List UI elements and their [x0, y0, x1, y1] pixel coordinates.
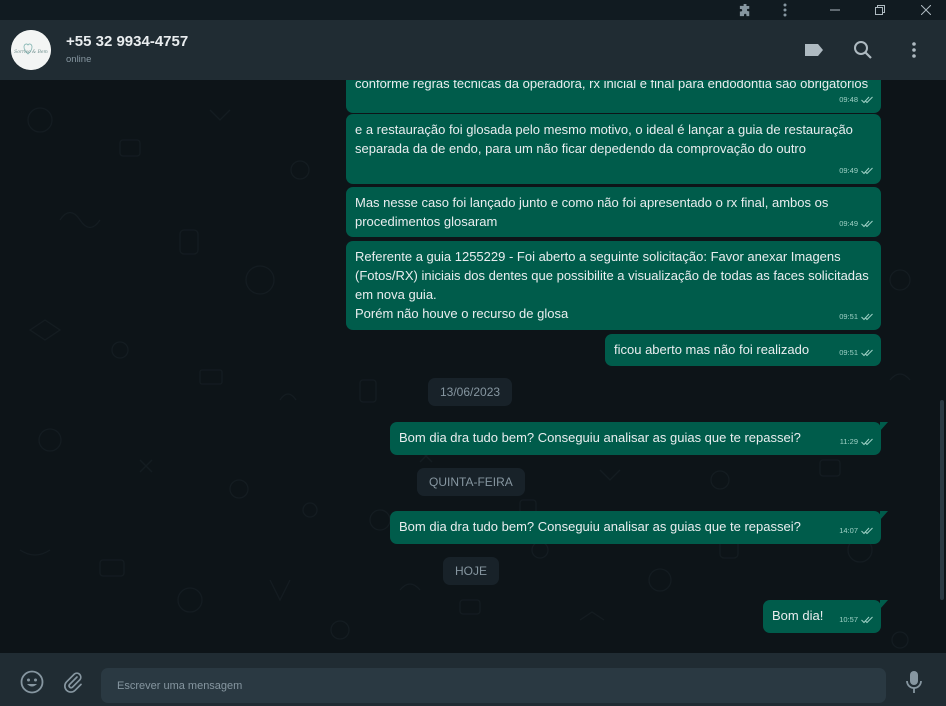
message-time: 09:48 [839, 95, 858, 104]
message-bubble[interactable]: Bom dia! 10:57 [763, 600, 888, 633]
message-text: Mas nesse caso foi lançado junto e como … [355, 195, 832, 229]
message-text: Referente a guia 1255229 - Foi aberto a … [355, 249, 869, 321]
svg-text:Sorriso & Bem: Sorriso & Bem [14, 49, 48, 55]
message-meta: 10:57 [839, 610, 873, 629]
date-separator: 13/06/2023 [428, 378, 513, 406]
bubble-tail [880, 600, 888, 609]
bubble-tail [880, 422, 888, 431]
contact-name[interactable]: +55 32 9934-4757 [66, 33, 188, 50]
message-time: 09:51 [839, 312, 858, 321]
contact-status: online [66, 54, 92, 65]
message-meta: 09:48 [839, 90, 873, 109]
window-titlebar [0, 0, 946, 20]
double-check-icon [861, 220, 873, 227]
message-bubble[interactable]: conforme regras técnicas da operadora, r… [346, 80, 881, 113]
minimize-icon[interactable] [815, 0, 855, 20]
chat-scrollbar[interactable] [940, 400, 944, 600]
avatar[interactable]: Sorriso & Bem [11, 30, 51, 70]
message-bubble[interactable]: ficou aberto mas não foi realizado 09:51 [605, 334, 881, 366]
message-meta: 09:51 [839, 307, 873, 326]
message-text: e a restauração foi glosada pelo mesmo m… [355, 122, 857, 156]
search-icon[interactable] [851, 38, 875, 62]
message-text: Bom dia dra tudo bem? Conseguiu analisar… [399, 519, 801, 534]
close-icon[interactable] [906, 0, 946, 20]
double-check-icon [861, 167, 873, 174]
message-time: 11:29 [839, 437, 858, 446]
message-bubble[interactable]: Bom dia dra tudo bem? Conseguiu analisar… [390, 422, 888, 455]
message-meta: 09:49 [839, 214, 873, 233]
message-bubble[interactable]: Bom dia dra tudo bem? Conseguiu analisar… [390, 511, 888, 544]
mic-icon[interactable] [901, 669, 927, 695]
message-meta: 09:51 [839, 343, 873, 362]
attach-icon[interactable] [60, 669, 86, 695]
double-check-icon [861, 438, 873, 445]
kebab-icon[interactable] [765, 0, 805, 20]
message-bubble[interactable]: e a restauração foi glosada pelo mesmo m… [346, 114, 881, 184]
chat-area[interactable]: conforme regras técnicas da operadora, r… [0, 80, 946, 653]
date-separator: HOJE [443, 557, 500, 585]
message-time: 14:07 [839, 526, 858, 535]
message-text: ficou aberto mas não foi realizado [614, 342, 810, 357]
avatar-logo: Sorriso & Bem [11, 30, 51, 70]
message-text: conforme regras técnicas da operadora, r… [355, 80, 869, 91]
message-time: 09:49 [839, 166, 858, 175]
composer-bar [0, 653, 946, 706]
message-meta: 09:49 [839, 161, 873, 180]
menu-icon[interactable] [902, 38, 926, 62]
message-meta: 11:29 [840, 432, 873, 451]
double-check-icon [861, 616, 873, 623]
bubble-tail [880, 511, 888, 520]
double-check-icon [861, 313, 873, 320]
message-text: Bom dia dra tudo bem? Conseguiu analisar… [399, 430, 801, 445]
double-check-icon [861, 527, 873, 534]
message-meta: 14:07 [839, 521, 873, 540]
double-check-icon [861, 349, 873, 356]
emoji-icon[interactable] [19, 669, 45, 695]
message-time: 09:49 [839, 219, 858, 228]
date-separator: QUINTA-FEIRA [417, 468, 525, 496]
chat-header: Sorriso & Bem +55 32 9934-4757 online [0, 20, 946, 80]
message-bubble[interactable]: Referente a guia 1255229 - Foi aberto a … [346, 241, 881, 330]
message-time: 10:57 [839, 615, 858, 624]
restore-icon[interactable] [860, 0, 900, 20]
message-bubble[interactable]: Mas nesse caso foi lançado junto e como … [346, 187, 881, 237]
message-time: 09:51 [839, 348, 858, 357]
label-icon[interactable] [802, 38, 826, 62]
puzzle-icon[interactable] [725, 0, 765, 20]
message-input[interactable] [101, 668, 886, 703]
double-check-icon [861, 96, 873, 103]
